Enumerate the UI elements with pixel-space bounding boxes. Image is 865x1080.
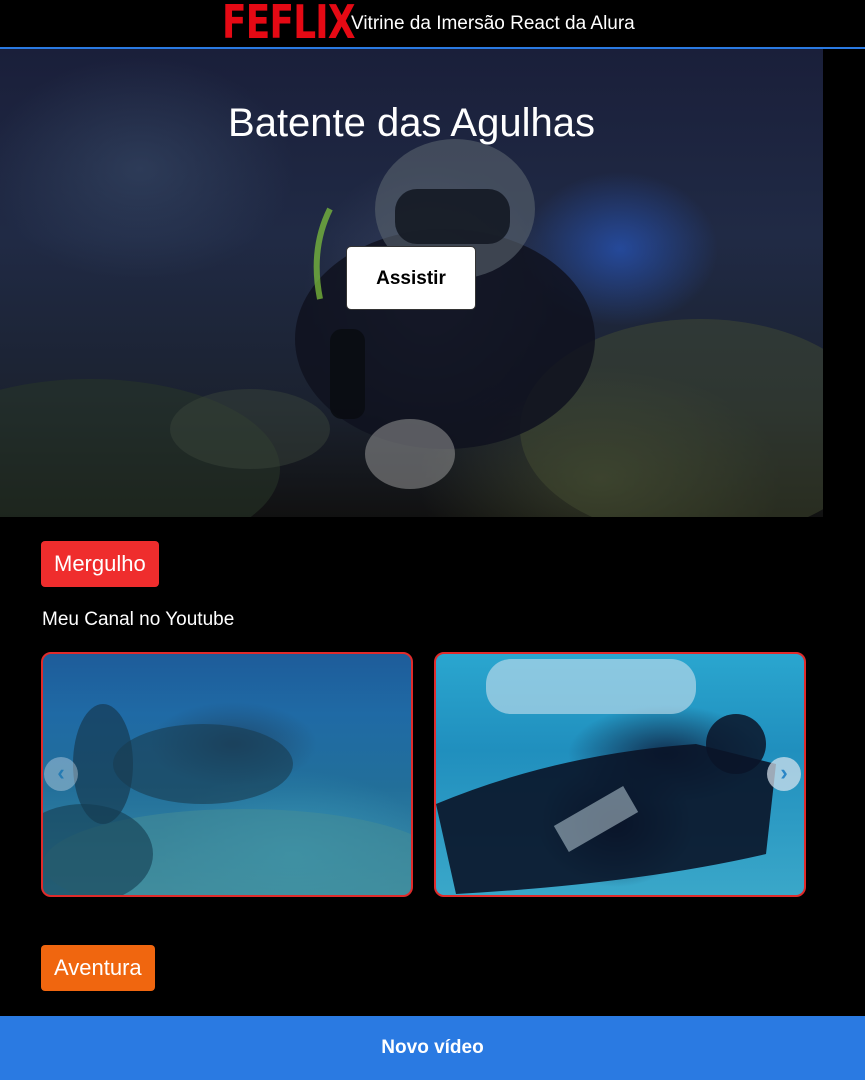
- underwater-reef-thumbnail: [43, 704, 411, 895]
- scuba-diver-thumbnail: [436, 659, 776, 894]
- chevron-right-icon: ›: [780, 760, 788, 785]
- feflix-logo[interactable]: FEFLIX: [222, 0, 356, 50]
- category-title-aventura: Aventura: [41, 945, 155, 991]
- category-description-link[interactable]: Meu Canal no Youtube: [42, 609, 234, 631]
- category-title-mergulho: Mergulho: [41, 541, 159, 587]
- video-card[interactable]: [434, 652, 806, 897]
- header-tagline: Vitrine da Imersão React da Alura: [351, 13, 635, 34]
- watch-button[interactable]: Assistir: [346, 246, 476, 310]
- top-navbar: FEFLIX Vitrine da Imersão React da Alura: [0, 0, 865, 49]
- carousel-next-button[interactable]: ›: [767, 757, 801, 791]
- hero-title: Batente das Agulhas: [228, 101, 595, 145]
- hero-banner: Batente das Agulhas Assistir: [0, 49, 823, 517]
- video-card[interactable]: [41, 652, 413, 897]
- carousel-prev-button[interactable]: ‹: [44, 757, 78, 791]
- chevron-left-icon: ‹: [57, 760, 65, 785]
- new-video-button[interactable]: Novo vídeo: [0, 1016, 865, 1080]
